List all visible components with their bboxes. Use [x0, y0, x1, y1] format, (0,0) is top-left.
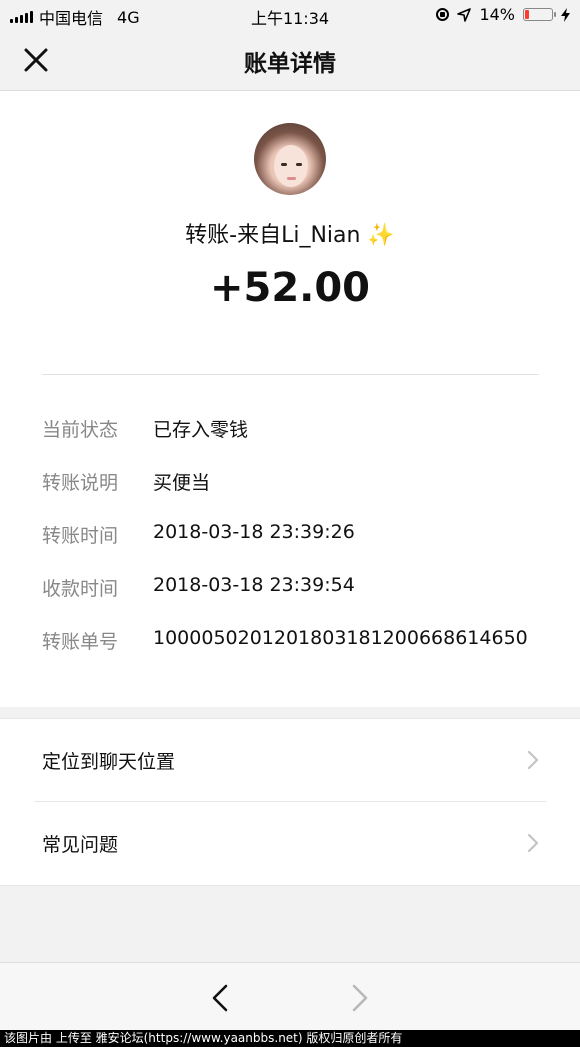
status-bar: 中国电信 4G 上午11:34 14% [0, 0, 580, 30]
avatar-lip [287, 177, 296, 180]
menu-item-label: 定位到聊天位置 [42, 751, 176, 773]
menu-item-label: 常见问题 [42, 834, 119, 856]
detail-value: 100005020120180318120066861465​0 [153, 627, 528, 649]
menu-item-locate-chat[interactable]: 定位到聊天位置 [0, 719, 580, 801]
avatar-face [274, 145, 308, 187]
chevron-right-icon [527, 750, 539, 770]
detail-label: 收款时间 [42, 578, 119, 600]
status-right: 14% [436, 5, 570, 24]
avatar-eye [296, 163, 302, 166]
page-title: 账单详情 [244, 51, 336, 77]
menu-list: 定位到聊天位置 常见问题 [0, 718, 580, 886]
avatar[interactable] [254, 123, 326, 195]
chevron-left-icon[interactable] [208, 983, 234, 1013]
detail-row-receive-time: 收款时间 2018-03-18 23:39:54 [42, 574, 539, 604]
detail-row-status: 当前状态 已存入零钱 [42, 415, 539, 445]
detail-label: 转账单号 [42, 631, 119, 653]
transfer-amount: +52.00 [209, 265, 371, 311]
chevron-right-icon [527, 833, 539, 853]
detail-value: 买便当 [153, 472, 211, 494]
watermark-text: 该图片由 上传至 雅安论坛(https://www.yaanbbs.net) 版… [0, 1030, 580, 1047]
payer-label: 转账-来自Li_Nian ✨ [185, 223, 395, 248]
nav-bar: 账单详情 [0, 30, 580, 91]
detail-label: 转账时间 [42, 525, 119, 547]
detail-label: 当前状态 [42, 419, 119, 441]
detail-row-note: 转账说明 买便当 [42, 468, 539, 498]
divider [42, 374, 539, 375]
orientation-lock-icon [436, 8, 450, 21]
detail-label: 转账说明 [42, 472, 119, 494]
battery-icon [523, 8, 556, 21]
transfer-card: 转账-来自Li_Nian ✨ +52.00 当前状态 已存入零钱 转账说明 买便… [0, 91, 580, 707]
chevron-right-icon [352, 984, 368, 1012]
menu-item-faq[interactable]: 常见问题 [0, 802, 580, 884]
battery-percent: 14% [479, 5, 515, 24]
location-icon [457, 7, 472, 22]
avatar-eye [281, 163, 287, 166]
bottom-toolbar [0, 962, 580, 1031]
battery-fill [525, 10, 529, 19]
charging-bolt-icon [561, 7, 570, 22]
detail-row-transfer-id: 转账单号 100005020120180318120066861465​0 [42, 627, 539, 657]
detail-value: 2018-03-18 23:39:26 [153, 521, 355, 543]
detail-row-transfer-time: 转账时间 2018-03-18 23:39:26 [42, 521, 539, 551]
detail-value: 已存入零钱 [153, 419, 249, 441]
detail-value: 2018-03-18 23:39:54 [153, 574, 355, 596]
